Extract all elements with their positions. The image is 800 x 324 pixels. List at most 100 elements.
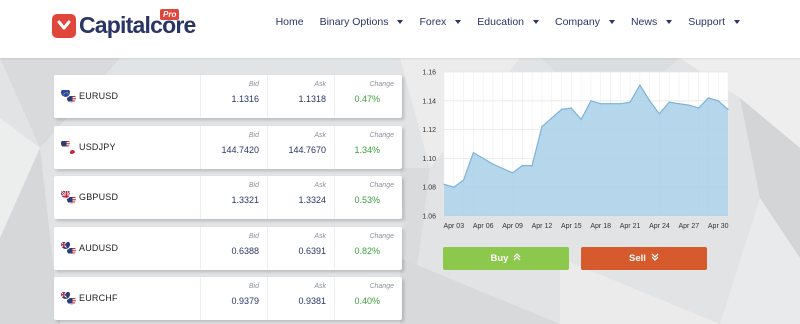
nav-item-support[interactable]: Support — [680, 15, 748, 29]
ask-value: 1.3324 — [298, 195, 326, 205]
price-point — [727, 108, 729, 110]
bid-cell: Bid 1.1316 — [201, 75, 268, 118]
price-point — [551, 117, 553, 119]
bid-value: 1.1316 — [231, 94, 259, 104]
eu-flag-icon — [60, 87, 71, 98]
price-point — [512, 172, 514, 174]
change-header: Change — [369, 182, 394, 189]
us-flag-icon — [60, 137, 71, 149]
bid-cell: Bid 1.3321 — [201, 176, 268, 219]
symbol-label: EURCHF — [79, 293, 118, 303]
nav-item-company[interactable]: Company — [547, 15, 623, 29]
price-point — [668, 101, 670, 103]
quote-row-gbpusd[interactable]: GBPUSD Bid 1.3321 Ask 1.3324 Change 0.53% — [54, 176, 402, 219]
x-tick-label: Apr 21 — [620, 223, 641, 230]
ask-cell: Ask 0.9381 — [268, 277, 335, 320]
change-cell: Change 0.40% — [335, 277, 402, 320]
bid-value: 0.6388 — [231, 245, 259, 256]
nav-item-label: News — [630, 16, 658, 28]
price-point — [463, 179, 465, 181]
quote-row-eurchf[interactable]: EURCHF Bid 0.9379 Ask 0.9381 Change 0.40% — [54, 277, 402, 320]
price-point — [443, 183, 445, 185]
symbol-cell: USDJPY — [54, 125, 201, 169]
ask-header: Ask — [314, 232, 326, 240]
nav-item-home[interactable]: Home — [268, 15, 312, 29]
nav-item-label: Company — [555, 16, 600, 28]
nav-item-label: Forex — [419, 16, 447, 28]
nav-item-forex[interactable]: Forex — [411, 15, 469, 29]
uk-flag-icon — [60, 188, 71, 199]
price-point — [580, 118, 582, 121]
price-point — [688, 104, 690, 106]
quote-row-audusd[interactable]: AUDUSD Bid 0.6388 Ask 0.6391 Change 0.82% — [54, 226, 402, 270]
change-cell: Change 0.82% — [335, 227, 402, 270]
y-tick-label: 1.08 — [422, 185, 436, 192]
bid-header: Bid — [248, 81, 259, 88]
caret-down-icon — [666, 20, 673, 24]
caret-down-icon — [397, 20, 404, 24]
double-chevron-up-icon — [513, 253, 521, 264]
x-tick-label: Apr 30 — [708, 223, 729, 230]
symbol-cell: EURCHF — [54, 277, 201, 320]
symbol-label: USDJPY — [79, 141, 116, 152]
top-header: Capitalcore Pro Home Binary Options Forex E… — [0, 0, 800, 58]
price-point — [521, 165, 523, 167]
caret-down-icon — [734, 20, 740, 24]
brand-logo[interactable]: Capitalcore Pro — [52, 9, 196, 45]
x-tick-label: Apr 09 — [502, 223, 523, 230]
bid-header: Bid — [248, 182, 259, 189]
nav-item-label: Support — [688, 16, 725, 28]
ask-header: Ask — [314, 182, 326, 189]
symbol-cell: EURUSD — [54, 75, 201, 118]
x-tick-label: Apr 06 — [473, 223, 494, 230]
price-point — [570, 107, 572, 109]
price-chart-svg: 1.06 1.08 1.10 1.12 1.14 1.16 Apr 03 Apr 06 Apr … — [422, 70, 729, 231]
double-chevron-down-icon — [651, 253, 659, 264]
brand-badge: Pro — [160, 9, 180, 20]
price-point — [492, 163, 494, 165]
price-point — [531, 165, 533, 167]
ask-value: 1.1318 — [298, 94, 326, 104]
buy-button[interactable]: Buy — [443, 247, 569, 270]
price-point — [639, 84, 641, 86]
bid-cell: Bid 0.6388 — [201, 226, 268, 270]
price-chart: 1.06 1.08 1.10 1.12 1.14 1.16 Apr 03 Apr 06 Apr … — [416, 66, 746, 238]
x-tick-label: Apr 03 — [443, 223, 464, 230]
symbol-label: GBPUSD — [79, 192, 119, 202]
main-nav: Home Binary Options Forex Education Company N… — [268, 15, 748, 29]
change-header: Change — [369, 81, 394, 88]
currency-flags — [60, 137, 77, 155]
caret-down-icon — [533, 20, 539, 24]
price-point — [600, 103, 602, 105]
price-point — [482, 157, 484, 159]
nav-item-news[interactable]: News — [623, 15, 680, 29]
ask-cell: Ask 0.6391 — [268, 226, 335, 270]
price-point — [453, 186, 455, 188]
price-point — [619, 103, 621, 105]
quotes-list: EURUSD Bid 1.1316 Ask 1.1318 Change 0.47% USDJP… — [54, 75, 402, 324]
nav-item-binary-options[interactable]: Binary Options — [312, 15, 412, 29]
price-point — [560, 108, 563, 110]
bid-header: Bid — [248, 283, 259, 290]
price-point — [609, 103, 612, 105]
price-point — [658, 113, 660, 115]
currency-flags — [60, 188, 77, 205]
price-point — [472, 152, 474, 154]
caret-down-icon — [608, 20, 615, 24]
quote-row-eurusd[interactable]: EURUSD Bid 1.1316 Ask 1.1318 Change 0.47% — [54, 75, 402, 118]
nav-item-label: Education — [477, 16, 524, 28]
y-tick-label: 1.16 — [422, 70, 436, 77]
nav-item-education[interactable]: Education — [469, 15, 547, 29]
y-tick-label: 1.06 — [422, 214, 436, 221]
change-cell: Change 0.47% — [335, 75, 402, 118]
price-point — [590, 100, 592, 102]
quote-row-usdjpy[interactable]: USDJPY Bid 144.7420 Ask 144.7670 Change 1.34% — [54, 125, 402, 169]
sell-button[interactable]: Sell — [581, 247, 707, 270]
price-point — [678, 103, 680, 105]
price-point — [698, 107, 700, 109]
bid-header: Bid — [248, 131, 259, 139]
change-header: Change — [369, 232, 394, 240]
ask-header: Ask — [314, 81, 326, 88]
x-tick-label: Apr 15 — [561, 223, 582, 230]
x-tick-label: Apr 18 — [590, 223, 611, 230]
